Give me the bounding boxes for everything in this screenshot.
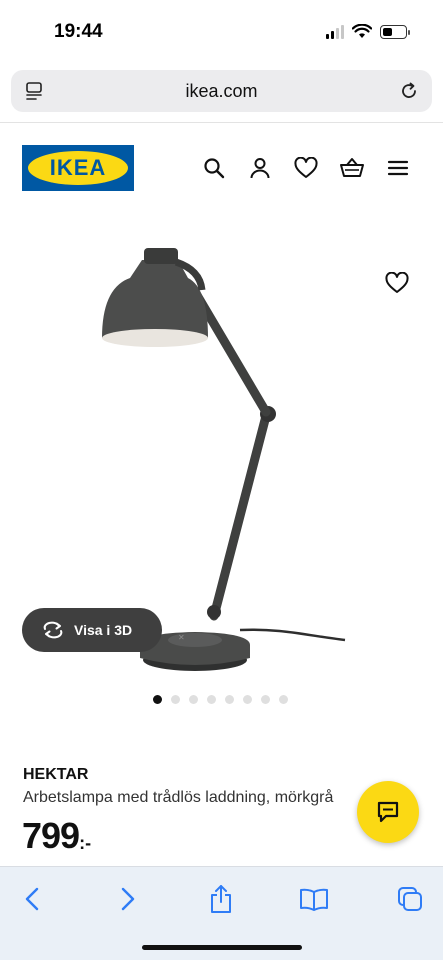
pagination-dot[interactable] — [243, 695, 252, 704]
product-name: HEKTAR — [23, 766, 89, 783]
divider — [0, 122, 443, 123]
reload-icon[interactable] — [398, 80, 420, 102]
header-actions — [201, 155, 411, 181]
basket-icon[interactable] — [339, 155, 365, 181]
page-menu-icon[interactable] — [25, 81, 45, 101]
pagination-dot[interactable] — [261, 695, 270, 704]
bookmarks-icon[interactable] — [298, 883, 330, 915]
account-icon[interactable] — [247, 155, 273, 181]
back-icon[interactable] — [16, 883, 48, 915]
heart-icon[interactable] — [293, 155, 319, 181]
gallery-pagination — [153, 695, 288, 704]
status-bar: 19:44 — [0, 0, 443, 62]
ikea-logo[interactable]: IKEA — [22, 145, 134, 191]
pagination-dot[interactable] — [189, 695, 198, 704]
address-bar[interactable]: ikea.com — [11, 70, 432, 112]
price-amount: 799 — [22, 815, 80, 856]
home-indicator[interactable] — [142, 945, 302, 950]
status-icons — [326, 24, 410, 39]
favourite-icon[interactable] — [385, 271, 411, 298]
chat-icon — [377, 801, 399, 823]
rotate-3d-icon — [43, 621, 63, 639]
pagination-dot[interactable] — [171, 695, 180, 704]
pagination-dot[interactable] — [279, 695, 288, 704]
share-icon[interactable] — [205, 883, 237, 915]
forward-icon[interactable] — [112, 883, 144, 915]
product-description: Arbetslampa med trådlös laddning, mörkgr… — [23, 789, 334, 806]
chat-button[interactable] — [357, 781, 419, 843]
cellular-signal-icon — [326, 24, 344, 39]
product-price: 799 :- — [22, 815, 91, 857]
svg-text:✕: ✕ — [178, 633, 185, 642]
view-in-3d-label: Visa i 3D — [74, 622, 133, 638]
pagination-dot[interactable] — [153, 695, 162, 704]
tabs-icon[interactable] — [394, 883, 426, 915]
pagination-dot[interactable] — [207, 695, 216, 704]
status-time: 19:44 — [54, 21, 103, 42]
pagination-dot[interactable] — [225, 695, 234, 704]
url-text[interactable]: ikea.com — [185, 81, 257, 102]
wifi-icon — [352, 24, 372, 38]
logo-text: IKEA — [49, 155, 107, 180]
search-icon[interactable] — [201, 155, 227, 181]
price-suffix: :- — [79, 833, 92, 853]
battery-icon — [380, 24, 410, 39]
view-in-3d-button[interactable]: Visa i 3D — [22, 608, 162, 652]
menu-icon[interactable] — [385, 155, 411, 181]
